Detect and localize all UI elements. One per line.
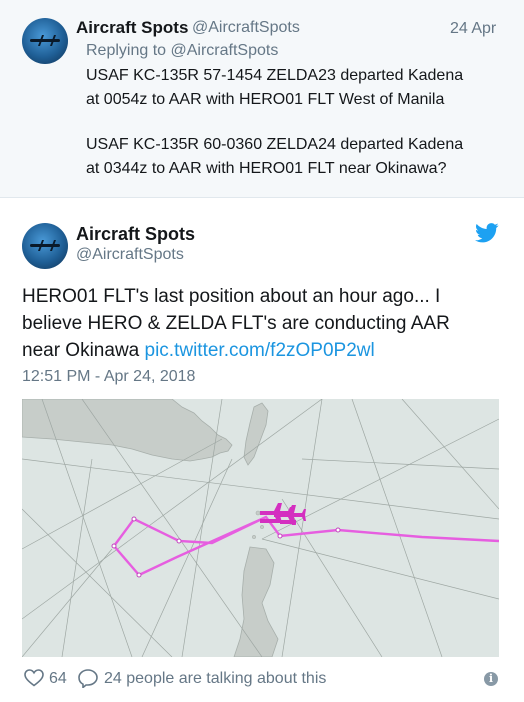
reply-tweet[interactable]: Aircraft Spots @AircraftSpots 24 Apr Rep… xyxy=(0,0,524,198)
tweet-timestamp[interactable]: 12:51 PM - Apr 24, 2018 xyxy=(22,368,195,386)
tweet-date[interactable]: 24 Apr xyxy=(450,20,496,38)
author-handle[interactable]: @AircraftSpots xyxy=(192,19,300,37)
tweet-text: HERO01 FLT's last position about an hour… xyxy=(22,283,450,364)
tweet-text-line: believe HERO & ZELDA FLT's are conductin… xyxy=(22,313,450,334)
like-count[interactable]: 64 xyxy=(49,670,67,688)
heart-icon[interactable] xyxy=(24,669,44,687)
flight-map-image[interactable] xyxy=(22,399,499,657)
tweet-text-segment: near Okinawa xyxy=(22,340,145,361)
avatar[interactable] xyxy=(22,223,68,269)
flight-map xyxy=(22,399,499,657)
tweet-text-line: HERO01 FLT's last position about an hour… xyxy=(22,286,441,307)
author-name[interactable]: Aircraft Spots xyxy=(76,18,188,38)
reply-text-line: at 0344z to AAR with HERO01 FLT near Oki… xyxy=(86,160,447,177)
reply-text-line: USAF KC-135R 57-1454 ZELDA23 departed Ka… xyxy=(86,67,464,84)
replying-to: Replying to @AircraftSpots xyxy=(86,42,279,59)
author-name[interactable]: Aircraft Spots xyxy=(76,224,195,245)
info-icon[interactable]: i xyxy=(484,672,498,686)
pic-link[interactable]: pic.twitter.com/f2zOP0P2wl xyxy=(145,340,375,361)
twitter-bird-icon[interactable] xyxy=(475,223,499,243)
avatar[interactable] xyxy=(22,18,68,64)
reply-text-line: USAF KC-135R 60-0360 ZELDA24 departed Ka… xyxy=(86,136,464,153)
reply-text-line: at 0054z to AAR with HERO01 FLT West of … xyxy=(86,91,445,108)
author-handle[interactable]: @AircraftSpots xyxy=(76,246,184,264)
talking-count[interactable]: 24 people are talking about this xyxy=(104,670,326,688)
tweet-text-line: near Okinawa pic.twitter.com/f2zOP0P2wl xyxy=(22,337,450,364)
comment-icon[interactable] xyxy=(78,669,98,688)
